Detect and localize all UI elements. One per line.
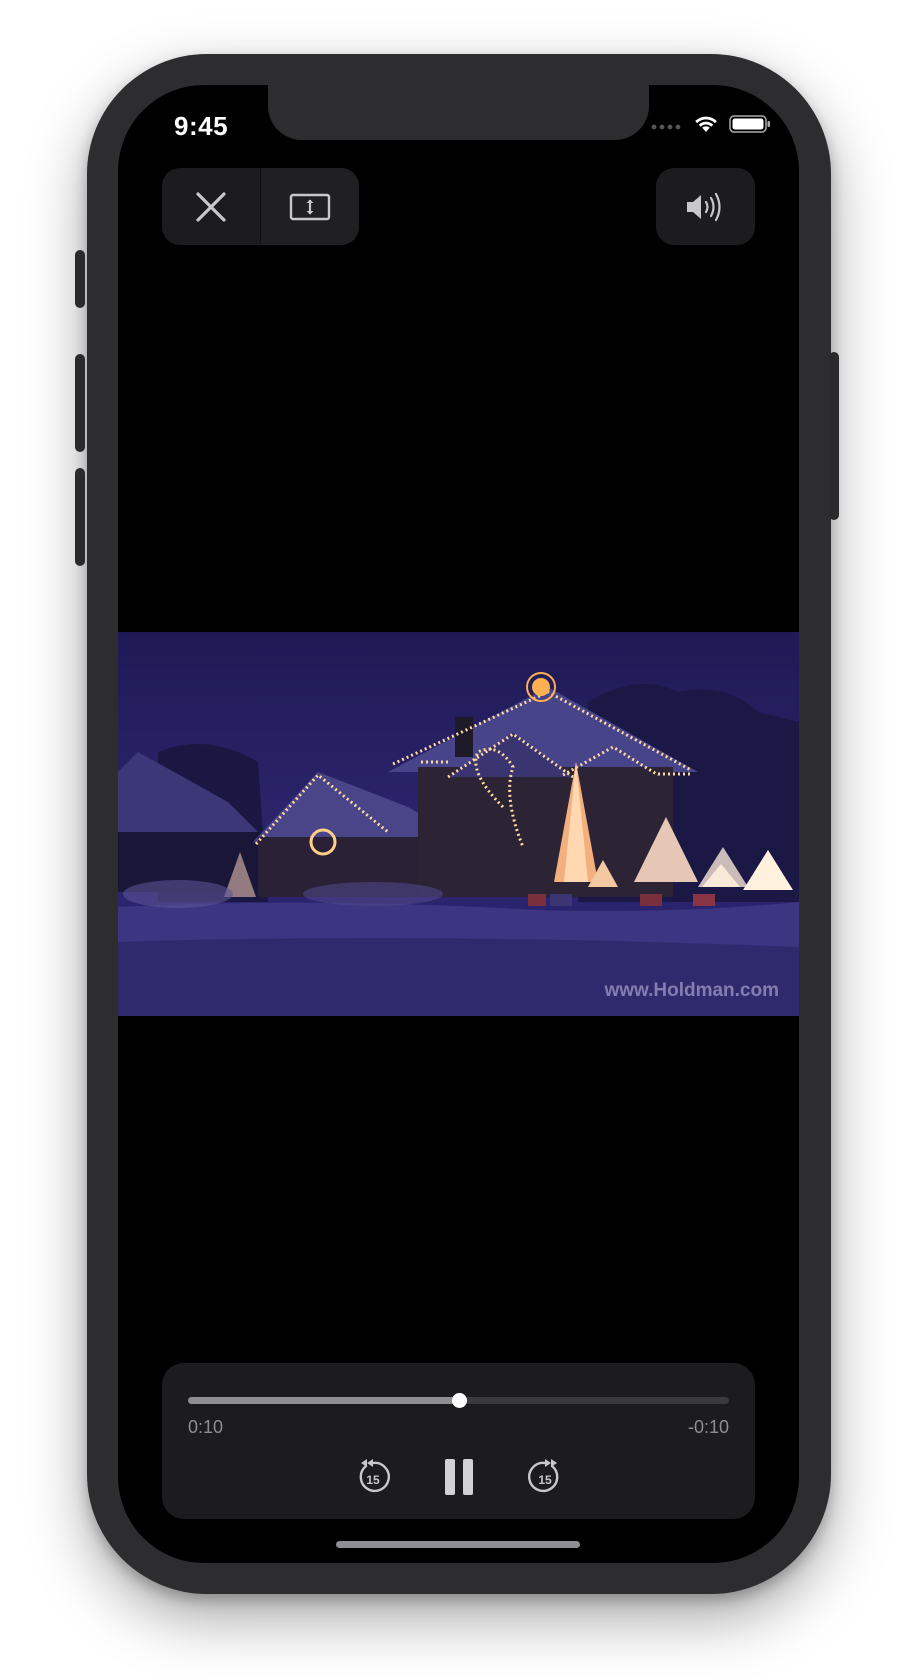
- power-button: [829, 352, 839, 520]
- progress-knob[interactable]: [451, 1393, 467, 1408]
- video-frame[interactable]: www.Holdman.com: [118, 632, 799, 1016]
- video-watermark: www.Holdman.com: [604, 980, 779, 1001]
- volume-down-button: [75, 468, 85, 566]
- volume-button[interactable]: [656, 168, 755, 245]
- progress-fill: [188, 1397, 459, 1404]
- elapsed-time: 0:10: [188, 1417, 224, 1437]
- cellular-signal-icon: [651, 118, 683, 136]
- skip-back-seconds: 15: [366, 1473, 380, 1487]
- speaker-volume-icon: [686, 192, 721, 221]
- aspect-toggle-button[interactable]: [260, 168, 359, 245]
- home-indicator[interactable]: [336, 1541, 580, 1548]
- status-indicators: [651, 114, 771, 139]
- video-thumbnail-image: [118, 672, 799, 1016]
- pause-icon: [444, 1459, 473, 1495]
- battery-icon: [729, 114, 771, 139]
- silent-switch: [75, 250, 85, 308]
- skip-back-15-icon: 15: [359, 1459, 390, 1493]
- top-left-controls: [162, 168, 359, 245]
- progress-slider[interactable]: [188, 1393, 729, 1408]
- close-icon: [196, 191, 226, 222]
- status-time: 9:45: [174, 111, 229, 141]
- notch: [268, 85, 649, 140]
- aspect-resize-icon: [289, 193, 331, 220]
- skip-forward-button[interactable]: 15: [527, 1457, 563, 1497]
- skip-forward-seconds: 15: [538, 1473, 552, 1487]
- remaining-time: -0:10: [687, 1417, 729, 1437]
- playback-controls-panel: 0:10 -0:10 15 15: [162, 1363, 755, 1519]
- transport-controls: 15 15: [162, 1449, 755, 1505]
- screen: 9:45 www.Holdman.com 0:10 -0:10 15 15: [118, 85, 799, 1563]
- pause-button[interactable]: [441, 1456, 477, 1498]
- close-button[interactable]: [162, 168, 260, 245]
- skip-back-button[interactable]: 15: [355, 1457, 391, 1497]
- skip-forward-15-icon: 15: [527, 1459, 558, 1493]
- wifi-icon: [693, 114, 719, 139]
- volume-up-button: [75, 354, 85, 452]
